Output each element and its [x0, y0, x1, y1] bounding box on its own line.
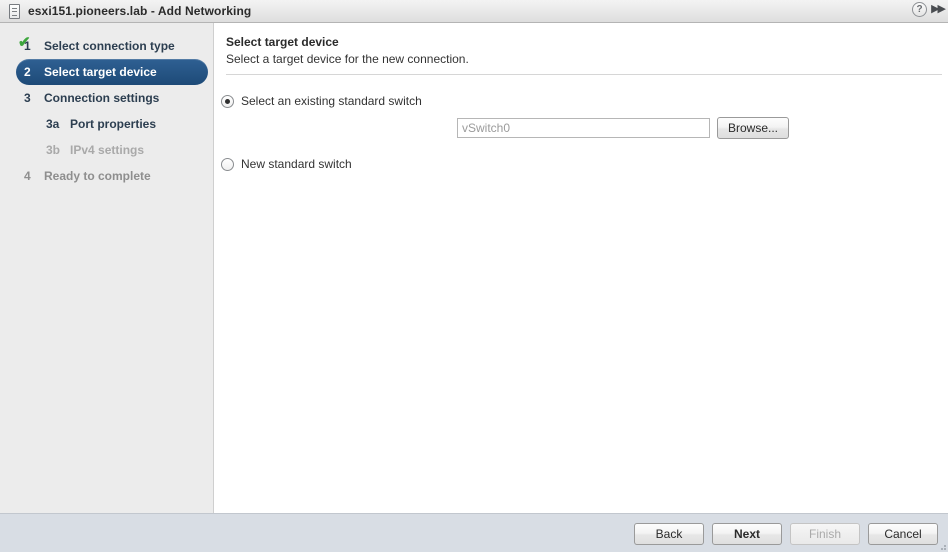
sidebar-item-select-target-device[interactable]: 2 Select target device	[16, 59, 208, 85]
wizard-steps-sidebar: ✔ 1 Select connection type 2 Select targ…	[0, 23, 214, 513]
step-label: Ready to complete	[44, 169, 151, 183]
radio-button-new-switch[interactable]	[221, 157, 234, 171]
main-content: Select target device Select a target dev…	[215, 23, 948, 513]
browse-button[interactable]: Browse...	[717, 117, 790, 139]
back-button[interactable]: Back	[634, 523, 704, 545]
dialog-footer: Back Next Finish Cancel	[0, 513, 948, 552]
sidebar-item-port-properties[interactable]: 3a Port properties	[38, 111, 208, 137]
title-bar-actions: ? ▶▶	[912, 2, 946, 17]
radio-option-existing-switch[interactable]: Select an existing standard switch	[221, 94, 422, 108]
host-icon	[9, 3, 20, 19]
add-networking-dialog: esxi151.pioneers.lab - Add Networking ? …	[0, 0, 948, 552]
step-number: 4	[24, 169, 31, 183]
step-label: Select target device	[44, 65, 157, 79]
radio-label-new-switch: New standard switch	[241, 157, 352, 171]
switch-name-input[interactable]	[457, 118, 710, 138]
radio-option-new-switch[interactable]: New standard switch	[221, 157, 352, 171]
finish-button: Finish	[790, 523, 860, 545]
step-number: 3b	[46, 143, 61, 157]
check-icon: ✔	[18, 34, 31, 51]
sidebar-item-ready-to-complete: 4 Ready to complete	[16, 163, 208, 189]
footer-button-group: Back Next Finish Cancel	[634, 523, 938, 545]
next-button[interactable]: Next	[712, 523, 782, 545]
step-label: IPv4 settings	[70, 143, 145, 157]
sidebar-item-select-connection-type[interactable]: ✔ 1 Select connection type	[16, 33, 208, 59]
step-number: 2	[24, 65, 31, 79]
step-number: 3	[24, 91, 31, 105]
sidebar-item-connection-settings[interactable]: 3 Connection settings	[16, 85, 208, 111]
sidebar-item-ipv4-settings: 3b IPv4 settings	[38, 137, 208, 163]
resize-grip-icon[interactable]	[938, 542, 946, 550]
existing-switch-field-row: Browse...	[457, 117, 790, 139]
radio-label-existing-switch: Select an existing standard switch	[241, 94, 422, 108]
radio-button-existing-switch[interactable]	[221, 94, 234, 108]
page-title: Select target device	[226, 35, 339, 49]
page-subtitle: Select a target device for the new conne…	[226, 52, 469, 66]
cancel-button[interactable]: Cancel	[868, 523, 938, 545]
double-chevron-right-icon[interactable]: ▶▶	[931, 2, 946, 17]
step-number: 3a	[46, 117, 60, 131]
title-bar: esxi151.pioneers.lab - Add Networking ? …	[0, 0, 948, 23]
header-divider	[226, 74, 942, 75]
step-label: Port properties	[70, 117, 157, 131]
help-icon[interactable]: ?	[912, 2, 928, 17]
window-title: esxi151.pioneers.lab - Add Networking	[28, 4, 252, 18]
step-label: Select connection type	[44, 39, 175, 53]
step-label: Connection settings	[44, 91, 160, 105]
